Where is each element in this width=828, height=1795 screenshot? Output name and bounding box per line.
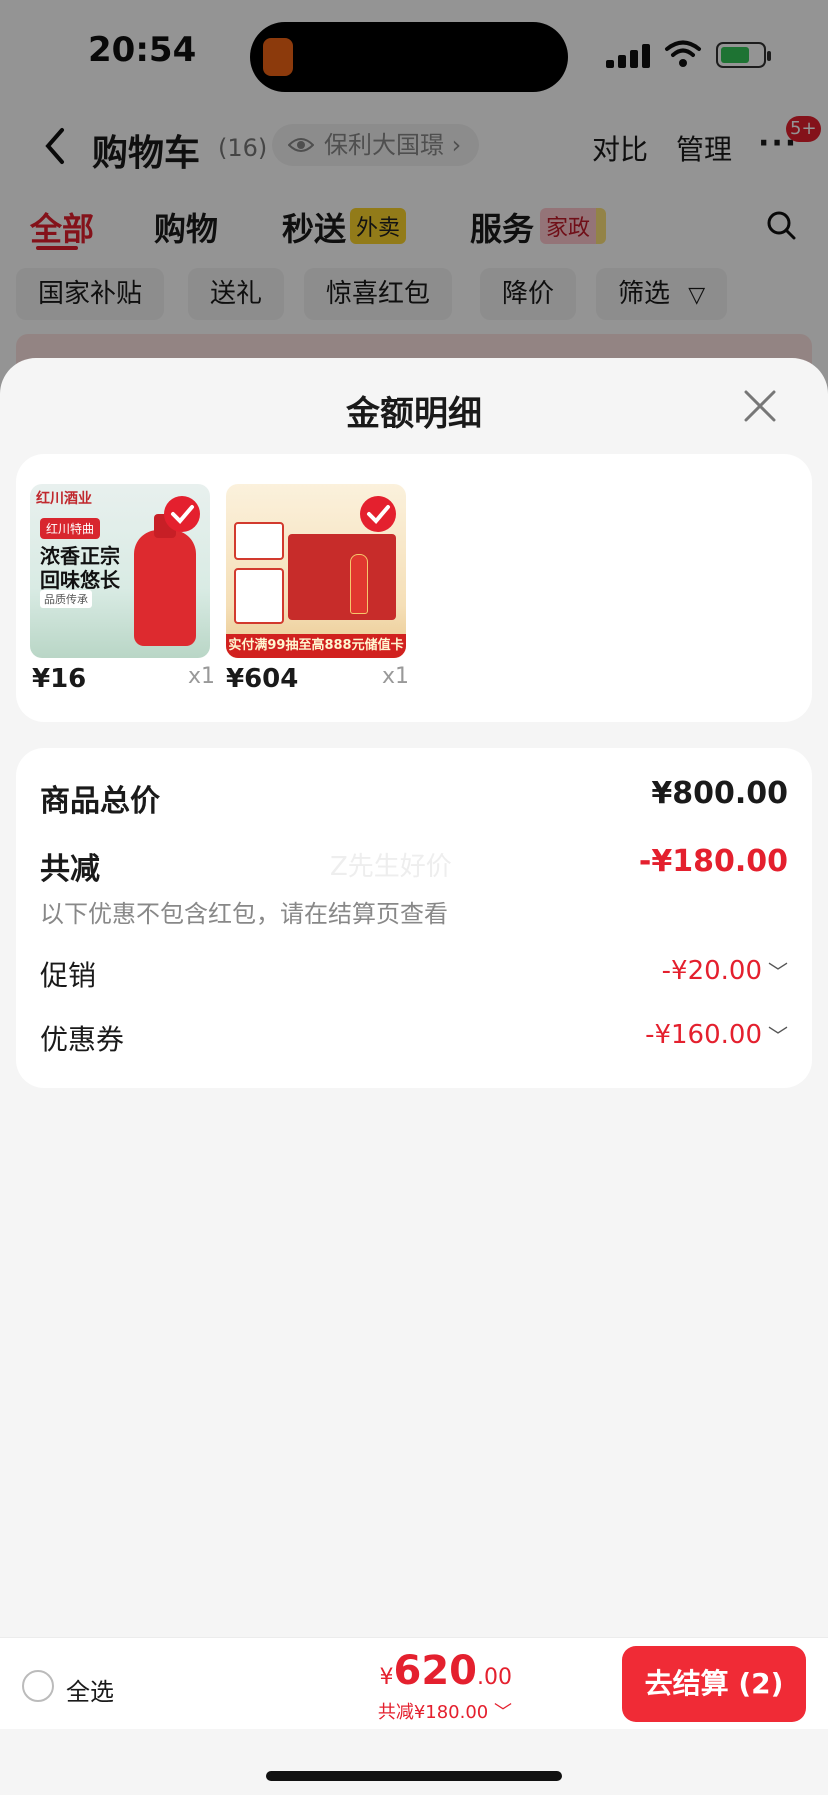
chevron-down-icon: ﹀: [768, 1024, 788, 1048]
product-thumbnail-baijiu[interactable]: 红川酒业 红川特曲 浓香正宗 回味悠长 品质传承: [30, 484, 210, 658]
item-price: ¥604: [226, 664, 299, 694]
brand-label: 红川酒业: [36, 491, 92, 507]
modal-overlay[interactable]: [0, 0, 828, 400]
product-caption: 品质传承: [40, 590, 92, 608]
close-icon[interactable]: [742, 388, 778, 424]
total-label: 商品总价: [40, 784, 160, 819]
item-quantity: x1: [382, 664, 410, 689]
selected-check-icon[interactable]: [360, 496, 396, 532]
amount-detail-sheet: 金额明细 红川酒业 红川特曲 浓香正宗 回味悠长 品质传承 ¥16 x1 实付满…: [0, 358, 828, 1795]
total-value: ¥800.00: [651, 776, 788, 811]
promo-row[interactable]: -¥20.00 ﹀: [662, 956, 788, 986]
currency-symbol: ¥: [379, 1665, 394, 1690]
total-price: ¥620.00: [380, 1648, 513, 1694]
selected-check-icon[interactable]: [164, 496, 200, 532]
select-all-radio[interactable]: [22, 1670, 54, 1702]
checkout-button[interactable]: 去结算 (2): [622, 1646, 806, 1722]
promo-ribbon: 实付满99抽至高888元储值卡: [226, 634, 406, 658]
bottle-image: [350, 554, 368, 614]
bottle-image: [134, 530, 196, 646]
selected-items-card: 红川酒业 红川特曲 浓香正宗 回味悠长 品质传承 ¥16 x1 实付满99抽至高…: [16, 454, 812, 722]
item-price: ¥16: [32, 664, 87, 694]
promo-sticker: [234, 568, 284, 624]
coupon-row[interactable]: -¥160.00 ﹀: [645, 1020, 788, 1050]
saved-amount-toggle[interactable]: 共减¥180.00 ﹀: [378, 1698, 512, 1724]
select-all-label[interactable]: 全选: [66, 1672, 114, 1707]
item-quantity: x1: [188, 664, 216, 689]
gift-box-image: [288, 534, 396, 620]
chevron-down-icon: ﹀: [488, 1702, 512, 1723]
total-integer: 620: [393, 1648, 478, 1694]
home-indicator[interactable]: [266, 1771, 562, 1781]
product-tag: 红川特曲: [40, 518, 101, 539]
slogan-line2: 回味悠长: [40, 568, 120, 592]
total-decimal: .00: [477, 1665, 512, 1690]
checkout-bar: 全选 ¥620.00 共减¥180.00 ﹀ 去结算 (2): [0, 1637, 828, 1729]
promo-label: 促销: [40, 959, 97, 992]
watermark: Z先生好价: [330, 852, 452, 882]
coupon-value: -¥160.00: [645, 1020, 762, 1050]
promo-value: -¥20.00: [661, 956, 762, 986]
discount-label: 共减: [40, 852, 100, 887]
price-summary-card: 商品总价 ¥800.00 Z先生好价 共减 -¥180.00 以下优惠不包含红包…: [16, 748, 812, 1088]
coupon-label: 优惠券: [40, 1023, 125, 1056]
chevron-down-icon: ﹀: [768, 960, 788, 984]
sheet-title: 金额明细: [346, 394, 482, 434]
saved-amount: 共减¥180.00: [377, 1702, 489, 1723]
discount-value: -¥180.00: [638, 844, 788, 879]
discount-note: 以下优惠不包含红包，请在结算页查看: [40, 900, 448, 928]
product-thumbnail-giftbox[interactable]: 实付满99抽至高888元储值卡: [226, 484, 406, 658]
promo-sticker: [234, 522, 284, 560]
